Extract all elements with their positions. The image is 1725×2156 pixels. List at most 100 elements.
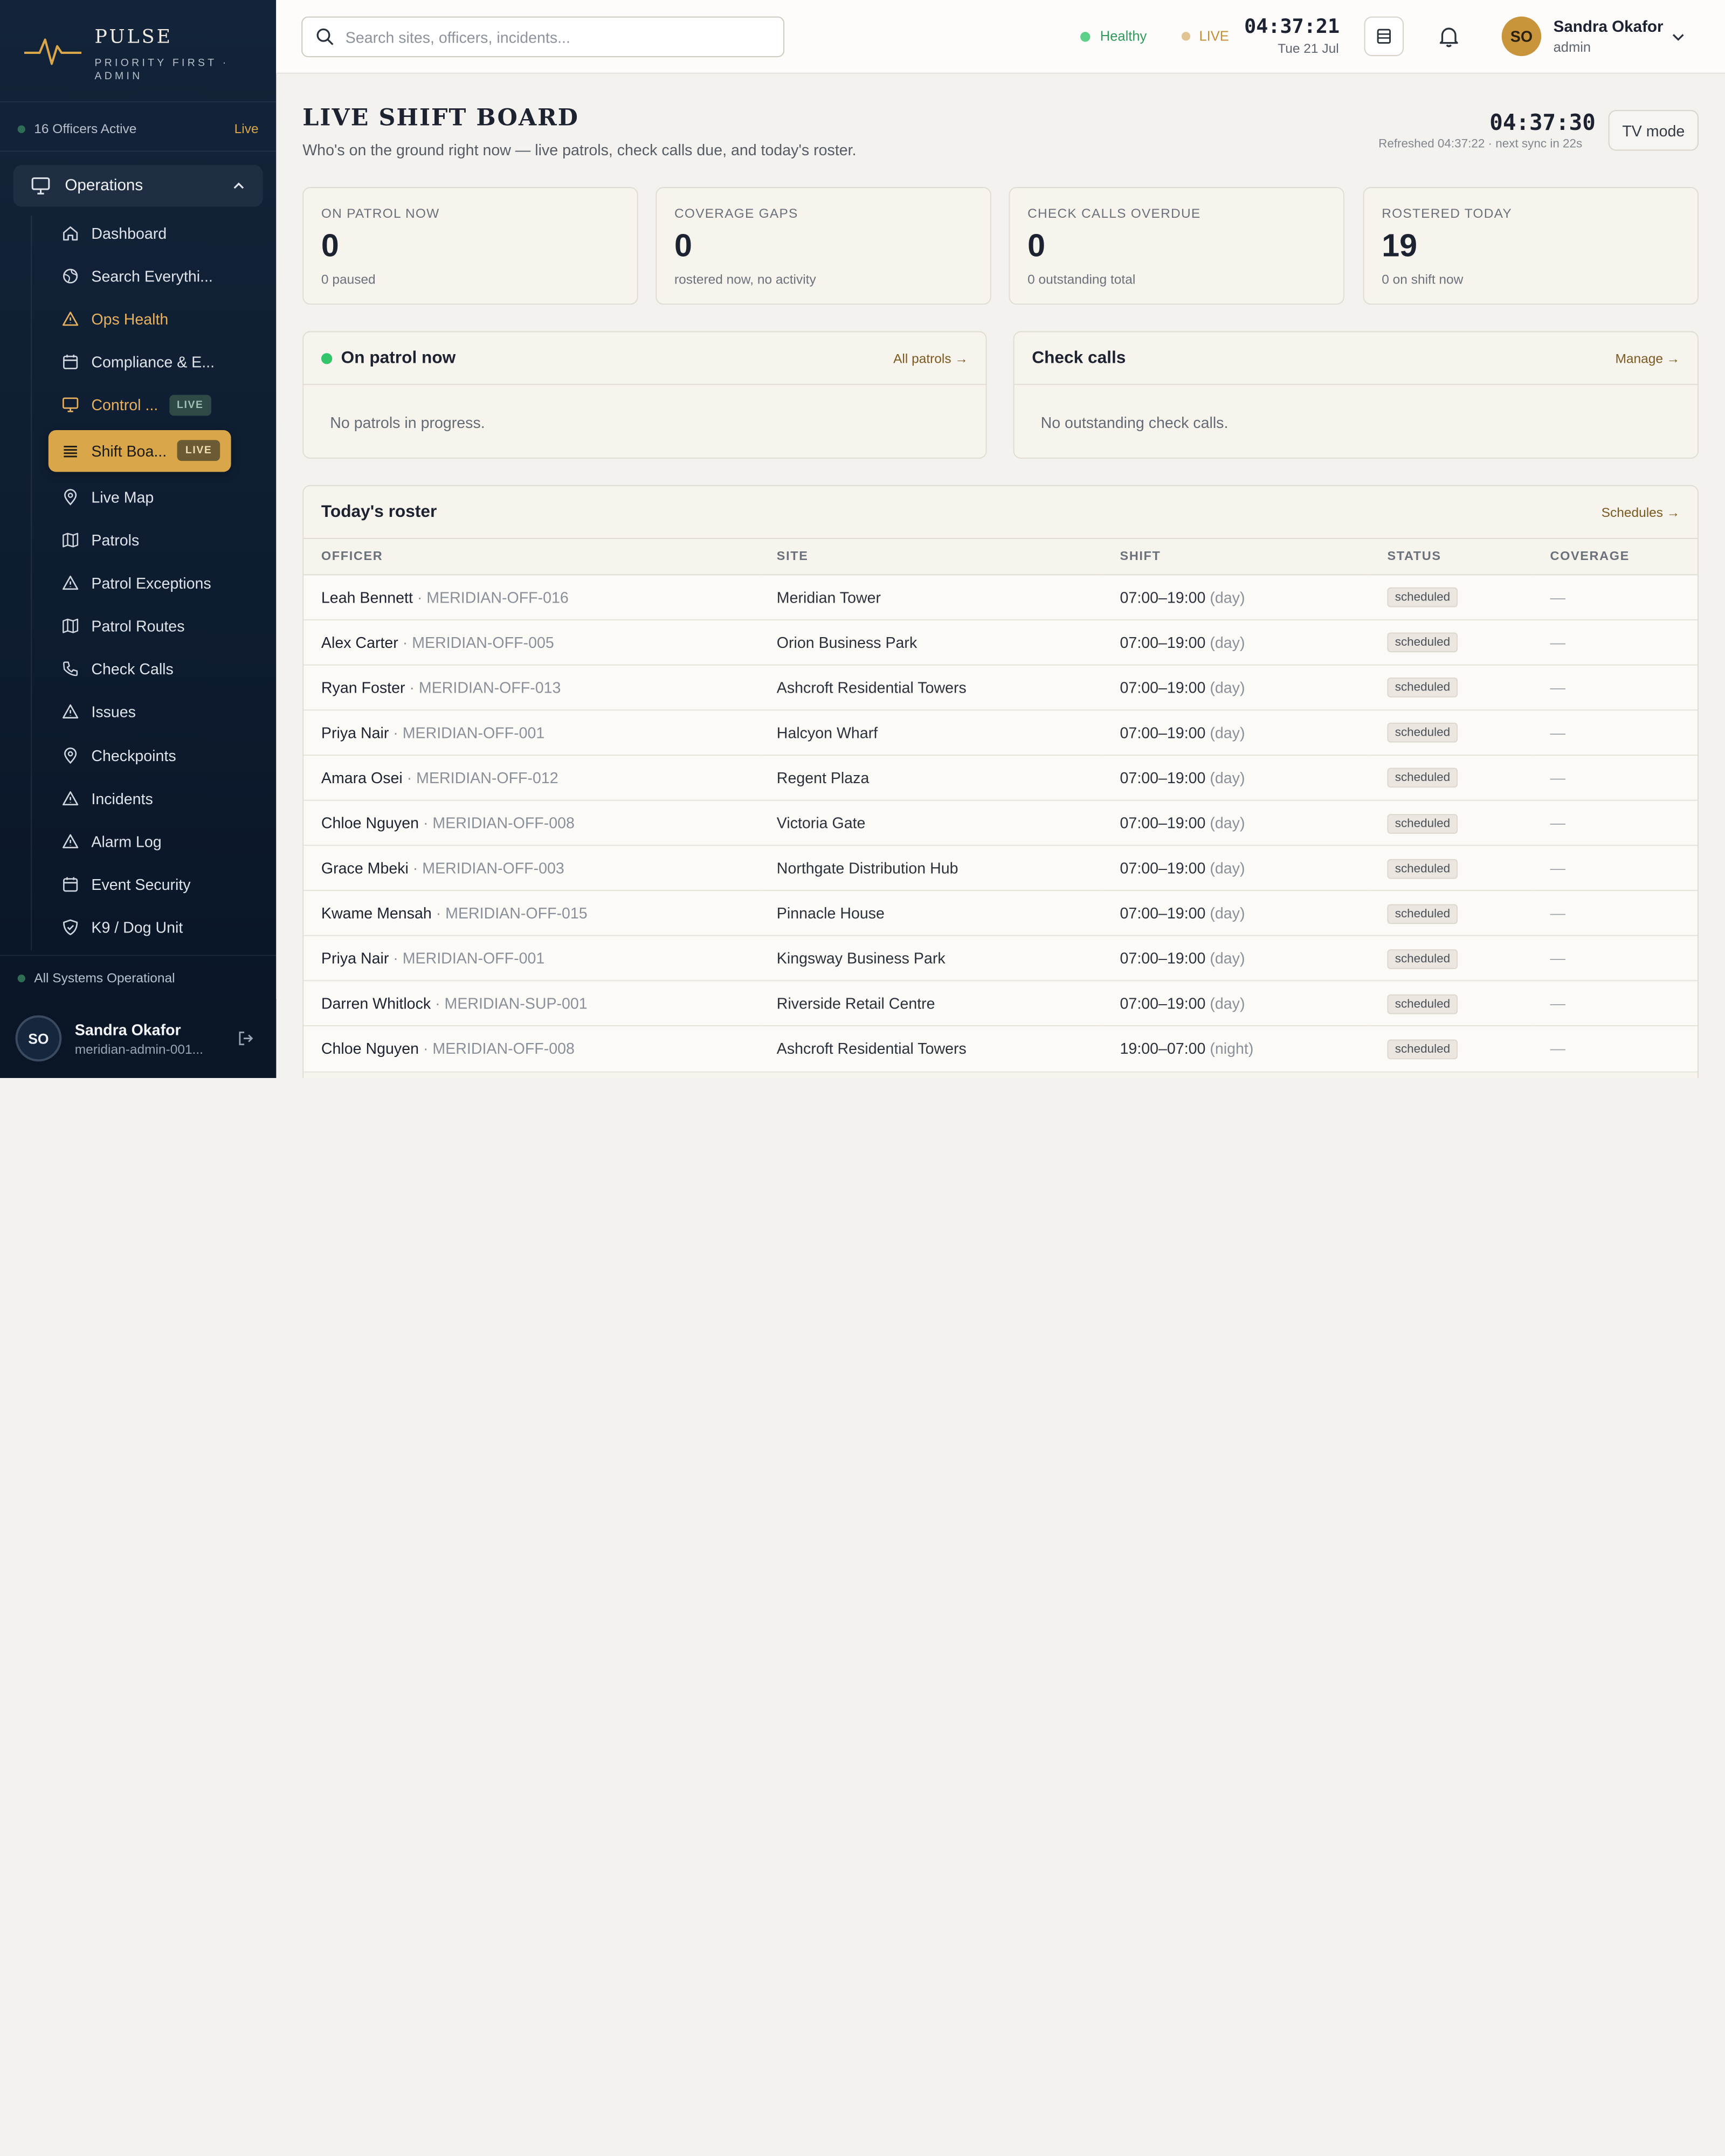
officer-cell: Grace Mbeki · MERIDIAN-OFF-003 <box>303 845 760 892</box>
site-cell: Halcyon Wharf <box>759 709 1102 756</box>
officer-name[interactable]: Chloe Nguyen <box>321 1040 419 1058</box>
bell-icon[interactable] <box>1437 24 1461 49</box>
column-header-status[interactable]: STATUS <box>1369 538 1533 575</box>
table-row[interactable]: Priya Nair · MERIDIAN-OFF-001 Halcyon Wha… <box>303 709 1698 756</box>
sidebar-item-patrol-routes[interactable]: Patrol Routes <box>49 604 263 647</box>
officer-name[interactable]: Darren Whitlock <box>321 995 431 1013</box>
sidebar-item-event-security[interactable]: Event Security <box>49 863 263 906</box>
column-header-site[interactable]: SITE <box>759 538 1102 575</box>
sidebar-item-live-map[interactable]: Live Map <box>49 475 263 518</box>
table-row[interactable]: Ryan Foster · MERIDIAN-OFF-013 Ashcroft R… <box>303 665 1698 710</box>
table-row[interactable]: Amara Osei · MERIDIAN-OFF-012 Regent Plaz… <box>303 755 1698 801</box>
schedules-link[interactable]: Schedules → <box>1602 505 1680 520</box>
search-input[interactable] <box>345 28 764 46</box>
shift-period: (day) <box>1210 814 1245 832</box>
on-patrol-panel: On patrol now All patrols → No patrols i… <box>302 331 987 459</box>
status-dot-icon <box>1181 32 1191 41</box>
coverage-value: — <box>1550 678 1566 696</box>
manage-link[interactable]: Manage → <box>1616 350 1680 366</box>
shift-cell: 07:00–19:00 (day) <box>1102 755 1370 801</box>
sidebar-item-alarm-log[interactable]: Alarm Log <box>49 820 263 863</box>
stat-sub: 0 outstanding total <box>1027 272 1136 287</box>
sidebar-item-k9-unit[interactable]: K9 / Dog Unit <box>49 906 263 949</box>
officer-name[interactable]: Chloe Nguyen <box>321 814 419 832</box>
nav-group-operations[interactable]: Operations <box>13 165 263 207</box>
sidebar-item-incidents[interactable]: Incidents <box>49 777 263 820</box>
table-row[interactable]: Grace Mbeki · MERIDIAN-OFF-003 Northgate … <box>303 845 1698 892</box>
table-row[interactable]: Kwame Mensah · MERIDIAN-OFF-015 Pinnacle … <box>303 890 1698 937</box>
officer-name[interactable]: Grace Mbeki <box>321 859 409 877</box>
stat-sub: 0 on shift now <box>1382 272 1464 287</box>
sidebar-item-label: Control ... <box>91 396 158 414</box>
status-cell: scheduled <box>1369 574 1533 620</box>
stat-card-coverage-gaps: COVERAGE GAPS 0 rostered now, no activit… <box>656 186 991 305</box>
officer-name[interactable]: Priya Nair <box>321 950 389 968</box>
table-row[interactable]: Alex Carter · MERIDIAN-OFF-005 Orion Busi… <box>303 619 1698 666</box>
sidebar-item-issues[interactable]: Issues <box>49 690 263 734</box>
shift-cell: 07:00–19:00 (day) <box>1102 890 1370 937</box>
stat-card-check-calls-overdue: CHECK CALLS OVERDUE 0 0 outstanding tota… <box>1009 186 1344 305</box>
sidebar-item-compliance[interactable]: Compliance & E... <box>49 341 263 384</box>
sidebar-item-search[interactable]: Search Everythi... <box>49 254 263 298</box>
table-row[interactable]: Darren Whitlock · MERIDIAN-SUP-001 Rivers… <box>303 981 1698 1027</box>
officer-id: · MERIDIAN-OFF-005 <box>402 633 554 651</box>
table-row[interactable]: Chloe Nguyen · MERIDIAN-OFF-008 Victoria … <box>303 800 1698 846</box>
avatar[interactable]: SO <box>15 1015 62 1062</box>
tv-mode-button[interactable]: TV mode <box>1608 110 1699 151</box>
notes-button[interactable] <box>1364 16 1404 57</box>
coverage-cell: — <box>1532 800 1698 846</box>
sidebar-item-dashboard[interactable]: Dashboard <box>49 211 263 254</box>
page-title: LIVE SHIFT BOARD <box>302 103 579 131</box>
sidebar-item-label: Alarm Log <box>91 832 162 851</box>
coverage-cell: — <box>1532 1026 1698 1072</box>
officer-name[interactable]: Ryan Foster <box>321 679 405 696</box>
chevron-down-icon[interactable] <box>1671 30 1686 44</box>
sidebar: PULSE PRIORITY FIRST · ADMIN 16 Officers… <box>0 0 277 1078</box>
table-row[interactable]: Leah Bennett · MERIDIAN-OFF-016 Meridian … <box>303 574 1698 620</box>
site-cell: Ashcroft Residential Towers <box>759 1026 1102 1072</box>
header-clock: 04:37:21 Tue 21 Jul <box>1244 16 1340 57</box>
map-icon <box>63 618 79 633</box>
officer-name[interactable]: Kwame Mensah <box>321 904 432 922</box>
table-row[interactable]: Priya Nair · MERIDIAN-OFF-001 Kingsway Bu… <box>303 936 1698 982</box>
search-box[interactable] <box>301 16 785 58</box>
column-header-coverage[interactable]: COVERAGE <box>1532 538 1698 575</box>
officer-name[interactable]: Leah Bennett <box>321 588 413 606</box>
status-cell: scheduled <box>1369 709 1533 756</box>
sidebar-item-label: Ops Health <box>91 310 169 328</box>
empty-state: No patrols in progress. <box>330 413 485 431</box>
globe-icon <box>63 268 78 284</box>
all-patrols-link[interactable]: All patrols → <box>893 350 968 366</box>
status-badge: scheduled <box>1387 723 1458 743</box>
column-header-shift[interactable]: SHIFT <box>1102 538 1370 575</box>
sidebar-item-check-calls[interactable]: Check Calls <box>49 647 263 690</box>
shift-period: (day) <box>1210 633 1245 651</box>
sidebar-item-control-room[interactable]: Control ... LIVE <box>49 384 263 427</box>
officer-name[interactable]: Alex Carter <box>321 633 398 651</box>
sidebar-item-checkpoints[interactable]: Checkpoints <box>49 734 263 777</box>
table-row[interactable]: Chloe Nguyen · MERIDIAN-OFF-008 Ashcroft … <box>303 1026 1698 1072</box>
empty-state: No outstanding check calls. <box>1040 413 1229 431</box>
brand-name: PULSE <box>94 26 173 49</box>
officer-id: · MERIDIAN-OFF-001 <box>393 949 545 968</box>
shift-period: (day) <box>1210 859 1245 877</box>
officer-name[interactable]: Amara Osei <box>321 769 403 786</box>
officer-name[interactable]: Priya Nair <box>321 723 389 741</box>
shift-time: 07:00–19:00 <box>1120 723 1206 742</box>
avatar[interactable]: SO <box>1501 16 1542 57</box>
sidebar-item-label: Issues <box>91 703 136 721</box>
column-header-officer[interactable]: OFFICER <box>303 538 760 575</box>
officer-id: · MERIDIAN-OFF-001 <box>393 723 545 742</box>
sidebar-item-ops-health[interactable]: Ops Health <box>49 298 263 341</box>
sidebar-item-patrol-exceptions[interactable]: Patrol Exceptions <box>49 561 263 604</box>
logout-icon[interactable] <box>237 1029 254 1047</box>
user-menu[interactable]: Sandra Okafor admin <box>1554 19 1664 55</box>
sidebar-item-patrols[interactable]: Patrols <box>49 518 263 561</box>
sidebar-item-label: K9 / Dog Unit <box>91 918 183 937</box>
stat-value: 0 <box>1027 229 1046 264</box>
brand[interactable]: PULSE PRIORITY FIRST · ADMIN <box>24 24 238 84</box>
sidebar-item-shift-board[interactable]: Shift Boa... LIVE <box>48 430 231 472</box>
status-badge: scheduled <box>1387 994 1458 1014</box>
status-dot-icon <box>1080 31 1091 42</box>
officer-id: · MERIDIAN-OFF-012 <box>406 769 558 787</box>
